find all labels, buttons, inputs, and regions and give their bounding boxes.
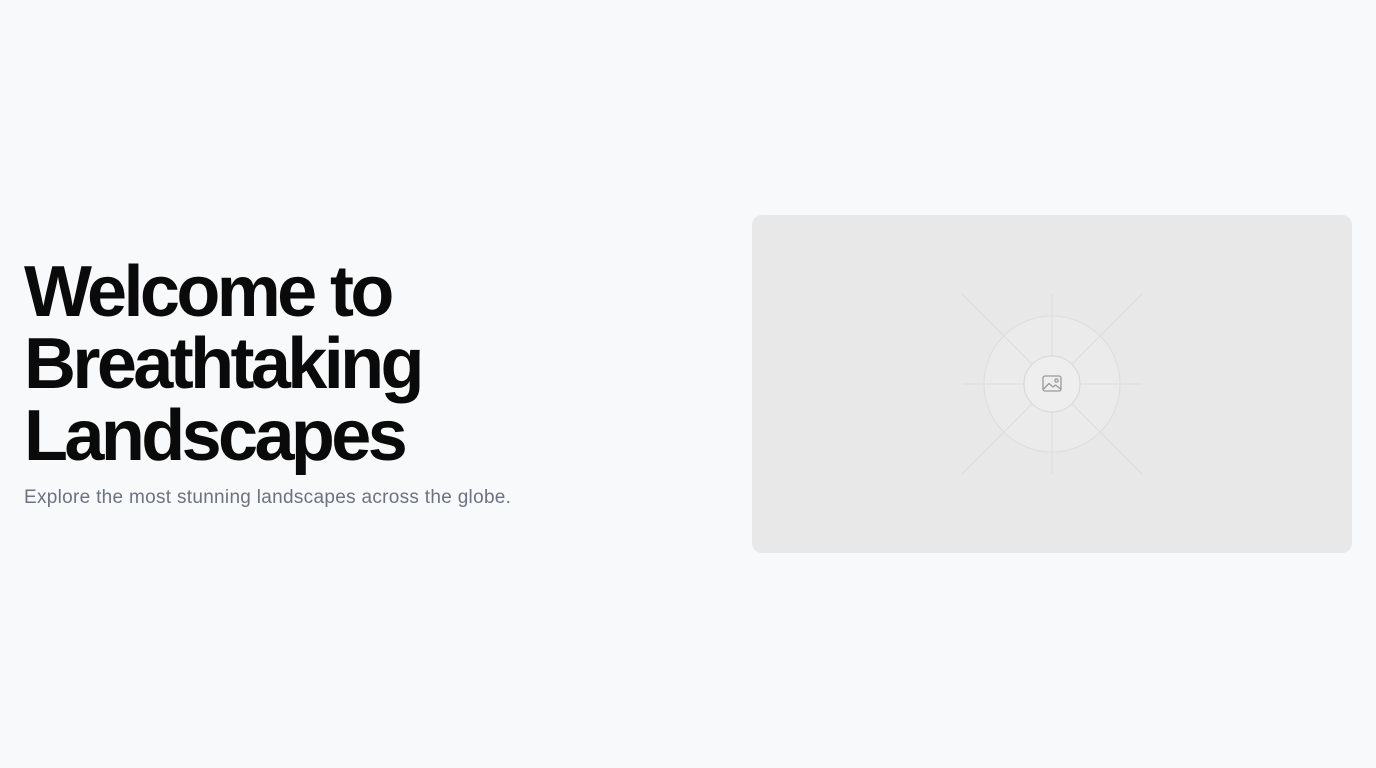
hero-subtitle: Explore the most stunning landscapes acr… [24, 487, 512, 508]
hero-text-block: Welcome to Breathtaking Landscapes Explo… [24, 256, 664, 510]
hero-section: Welcome to Breathtaking Landscapes Explo… [0, 0, 1376, 768]
hero-title-line: Landscapes [24, 396, 408, 476]
icon-circle [1023, 355, 1081, 413]
hero-title-line: Welcome to [24, 252, 394, 332]
hero-title: Welcome to Breathtaking Landscapes [24, 256, 664, 472]
hero-title-line: Breathtaking [24, 324, 424, 404]
hero-image-placeholder [752, 215, 1352, 553]
placeholder-graphic [961, 293, 1143, 475]
